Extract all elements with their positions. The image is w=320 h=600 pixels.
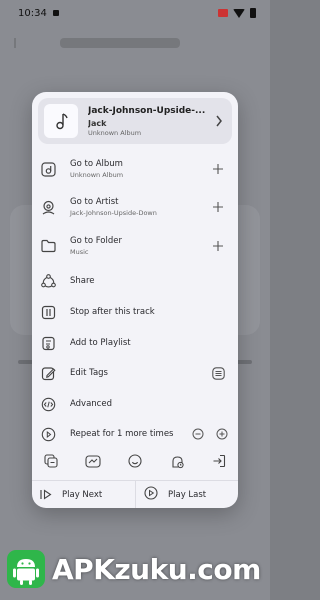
menu-go-to-folder[interactable]: Go to Folder Music [32,231,238,261]
menu-label: Advanced [70,399,112,409]
back-icon [14,38,26,48]
plus-icon[interactable] [216,425,228,444]
play-next-icon [40,485,52,504]
android-logo-icon [7,550,45,588]
add-icon[interactable] [210,199,226,215]
tag-list-icon[interactable] [210,365,226,381]
repeat-icon [40,426,56,442]
watermark: APKzuku.com [6,548,261,590]
menu-label: Stop after this track [70,307,155,317]
menu-sub: Music [70,248,89,256]
minus-icon[interactable] [192,425,204,444]
cast-icon [218,9,228,17]
repeat-stepper [192,426,228,442]
play-last-icon [144,485,158,504]
folder-icon [40,238,56,254]
status-bar: 10:34 [0,0,270,26]
add-playlist-icon [40,335,56,351]
menu-label: Edit Tags [70,368,108,378]
artist-icon [40,199,56,215]
menu-sub: Unknown Album [70,171,124,179]
edit-icon [40,365,56,381]
share-icon [40,273,56,289]
menu-advanced[interactable]: Advanced [32,391,238,417]
menu-repeat[interactable]: Repeat for 1 more times [32,421,238,447]
alarm-icon[interactable] [168,452,186,470]
song-title: Jack-Johnson-Upside-... [88,105,206,116]
menu-go-to-album[interactable]: Go to Album Unknown Album [32,154,238,184]
menu-label: Go to Folder [70,236,122,246]
menu-stop-after-track[interactable]: Stop after this track [32,299,238,325]
menu-sub: Jack-Johnson-Upside-Down [70,209,157,217]
song-card[interactable]: Jack-Johnson-Upside-... Jack Unknown Alb… [38,98,232,144]
music-note-icon [56,113,68,130]
ringtone-icon[interactable] [84,452,102,470]
quick-actions-row [42,452,228,470]
play-last-label: Play Last [168,489,207,500]
play-next-button[interactable]: Play Next [32,481,135,508]
song-album: Unknown Album [88,128,142,137]
play-next-label: Play Next [62,489,103,500]
menu-label: Go to Artist [70,197,119,207]
menu-share[interactable]: Share [32,268,238,294]
track-options-sheet: Jack-Johnson-Upside-... Jack Unknown Alb… [32,92,238,508]
song-artist: Jack [88,118,107,128]
status-time: 10:34 [18,7,47,19]
album-icon [40,161,56,177]
album-cover [44,104,78,138]
emoji-icon[interactable] [126,452,144,470]
add-icon[interactable] [210,161,226,177]
play-last-button[interactable]: Play Last [136,481,238,508]
menu-add-to-playlist[interactable]: Add to Playlist [32,330,238,356]
wifi-icon [233,8,245,18]
menu-label: Go to Album [70,159,123,169]
menu-label: Add to Playlist [70,338,131,348]
code-icon [40,396,56,412]
equalizer-icon[interactable] [42,452,60,470]
menu-edit-tags[interactable]: Edit Tags [32,360,238,386]
menu-label: Share [70,276,95,286]
chevron-right-icon[interactable] [212,115,226,127]
watermark-text: APKzuku.com [52,552,261,586]
notification-icon [52,10,59,16]
battery-icon [250,8,256,18]
menu-go-to-artist[interactable]: Go to Artist Jack-Johnson-Upside-Down [32,192,238,222]
background-title [60,38,180,48]
exit-icon[interactable] [210,452,228,470]
add-icon[interactable] [210,238,226,254]
stop-after-icon [40,304,56,320]
menu-label: Repeat for 1 more times [70,429,174,439]
